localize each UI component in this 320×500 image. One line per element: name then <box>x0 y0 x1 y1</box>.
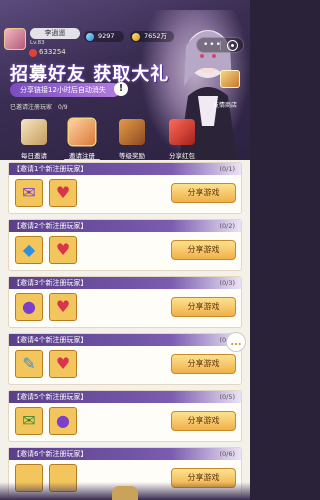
scroll-icon[interactable]: ✎ <box>15 350 43 378</box>
coin-value: 7652万 <box>144 32 168 40</box>
task-card: 【邀请4个新注册玩家】 (0/4) ✎ ♥ 分享游戏 <box>8 333 242 385</box>
share-game-button[interactable]: 分享游戏 <box>171 183 236 203</box>
tab-label: 每日邀请 <box>21 152 47 160</box>
task-title: 【邀请5个新注册玩家】 <box>13 393 88 401</box>
share-game-button[interactable]: 分享游戏 <box>171 411 236 431</box>
green-scroll-icon[interactable]: ✉ <box>15 407 43 435</box>
power-icon <box>29 49 37 57</box>
task-card-header: 【邀请3个新注册玩家】 (0/3) <box>9 277 241 289</box>
bottom-ornament <box>112 486 138 500</box>
miniprogram-capsule: ••• <box>196 37 244 53</box>
task-card: 【邀请5个新注册玩家】 (0/5) ✉ ● 分享游戏 <box>8 390 242 442</box>
calendar-icon <box>21 119 47 145</box>
task-card-header: 【邀请5个新注册玩家】 (0/5) <box>9 391 241 403</box>
red-envelope-icon <box>169 119 195 145</box>
chest-icon <box>119 119 145 145</box>
red-token-icon[interactable]: ♥ <box>49 179 77 207</box>
invite-progress-value: 0/9 <box>57 104 68 111</box>
task-card-header: 【邀请2个新注册玩家】 (0/2) <box>9 220 241 232</box>
invite-letter-icon <box>69 119 95 145</box>
info-icon[interactable]: ! <box>114 82 128 96</box>
shop-label[interactable]: 友情商店 <box>213 100 237 109</box>
tab-label: 邀请注册 <box>69 152 95 160</box>
tab-label: 等级奖励 <box>119 152 145 160</box>
share-game-button[interactable]: 分享游戏 <box>171 240 236 260</box>
share-game-button[interactable]: 分享游戏 <box>171 297 236 317</box>
task-card-header: 【邀请1个新注册玩家】 (0/1) <box>9 163 241 175</box>
task-count: (0/5) <box>219 393 235 401</box>
task-card: 【邀请2个新注册玩家】 (0/2) ◆ ♥ 分享游戏 <box>8 219 242 271</box>
task-card-header: 【邀请6个新注册玩家】 (0/6) <box>9 448 241 460</box>
gold-coin-icon[interactable]: ● <box>49 407 77 435</box>
task-card-header: 【邀请4个新注册玩家】 (0/4) <box>9 334 241 346</box>
gem-value: 9297 <box>98 32 115 40</box>
purple-letter-icon[interactable]: ✉ <box>15 179 43 207</box>
invite-progress: 已邀请注册玩家 0/9 <box>10 102 68 111</box>
task-title: 【邀请6个新注册玩家】 <box>13 450 88 458</box>
task-count: (0/3) <box>219 279 235 287</box>
task-card: 【邀请1个新注册玩家】 (0/1) ✉ ♥ 分享游戏 <box>8 162 242 214</box>
banner-header: 李逍遥 Lv.83 633254 9297 7652万 ••• 招募好友 获取大… <box>0 0 250 168</box>
red-token-icon[interactable]: ♥ <box>49 293 77 321</box>
shop-icon[interactable] <box>220 70 240 88</box>
banner-subtitle: 分享链接12小时后自动消失 <box>10 83 120 97</box>
task-title: 【邀请2个新注册玩家】 <box>13 222 88 230</box>
red-token-icon[interactable]: ♥ <box>49 350 77 378</box>
coin-counter: 7652万 <box>130 31 174 42</box>
gem-counter: 9297 <box>84 31 124 42</box>
invite-progress-label: 已邀请注册玩家 <box>10 104 53 111</box>
share-game-button[interactable]: 分享游戏 <box>171 354 236 374</box>
task-count: (0/2) <box>219 222 235 230</box>
red-token-icon[interactable]: ♥ <box>49 236 77 264</box>
task-count: (0/1) <box>219 165 235 173</box>
gem-icon <box>86 32 94 41</box>
capsule-divider <box>220 41 221 50</box>
coin-icon <box>132 32 140 41</box>
player-name: 李逍遥 <box>30 28 80 39</box>
task-card: 【邀请3个新注册玩家】 (0/3) ● ♥ 分享游戏 <box>8 276 242 328</box>
task-count: (0/6) <box>219 450 235 458</box>
blue-gem-icon[interactable]: ◆ <box>15 236 43 264</box>
task-title: 【邀请1个新注册玩家】 <box>13 165 88 173</box>
player-level: Lv.83 <box>30 40 45 46</box>
tab-label: 分享红包 <box>169 152 195 160</box>
close-icon[interactable] <box>227 40 238 51</box>
player-power: 633254 <box>39 48 66 56</box>
task-title: 【邀请4个新注册玩家】 <box>13 336 88 344</box>
invite-task-list: 【邀请1个新注册玩家】 (0/1) ✉ ♥ 分享游戏 【邀请2个新注册玩家】 (… <box>0 160 250 500</box>
player-avatar[interactable] <box>4 28 26 50</box>
task-title: 【邀请3个新注册玩家】 <box>13 279 88 287</box>
gold-coin-icon[interactable]: ● <box>15 293 43 321</box>
chat-bubble-icon[interactable]: … <box>226 332 246 352</box>
